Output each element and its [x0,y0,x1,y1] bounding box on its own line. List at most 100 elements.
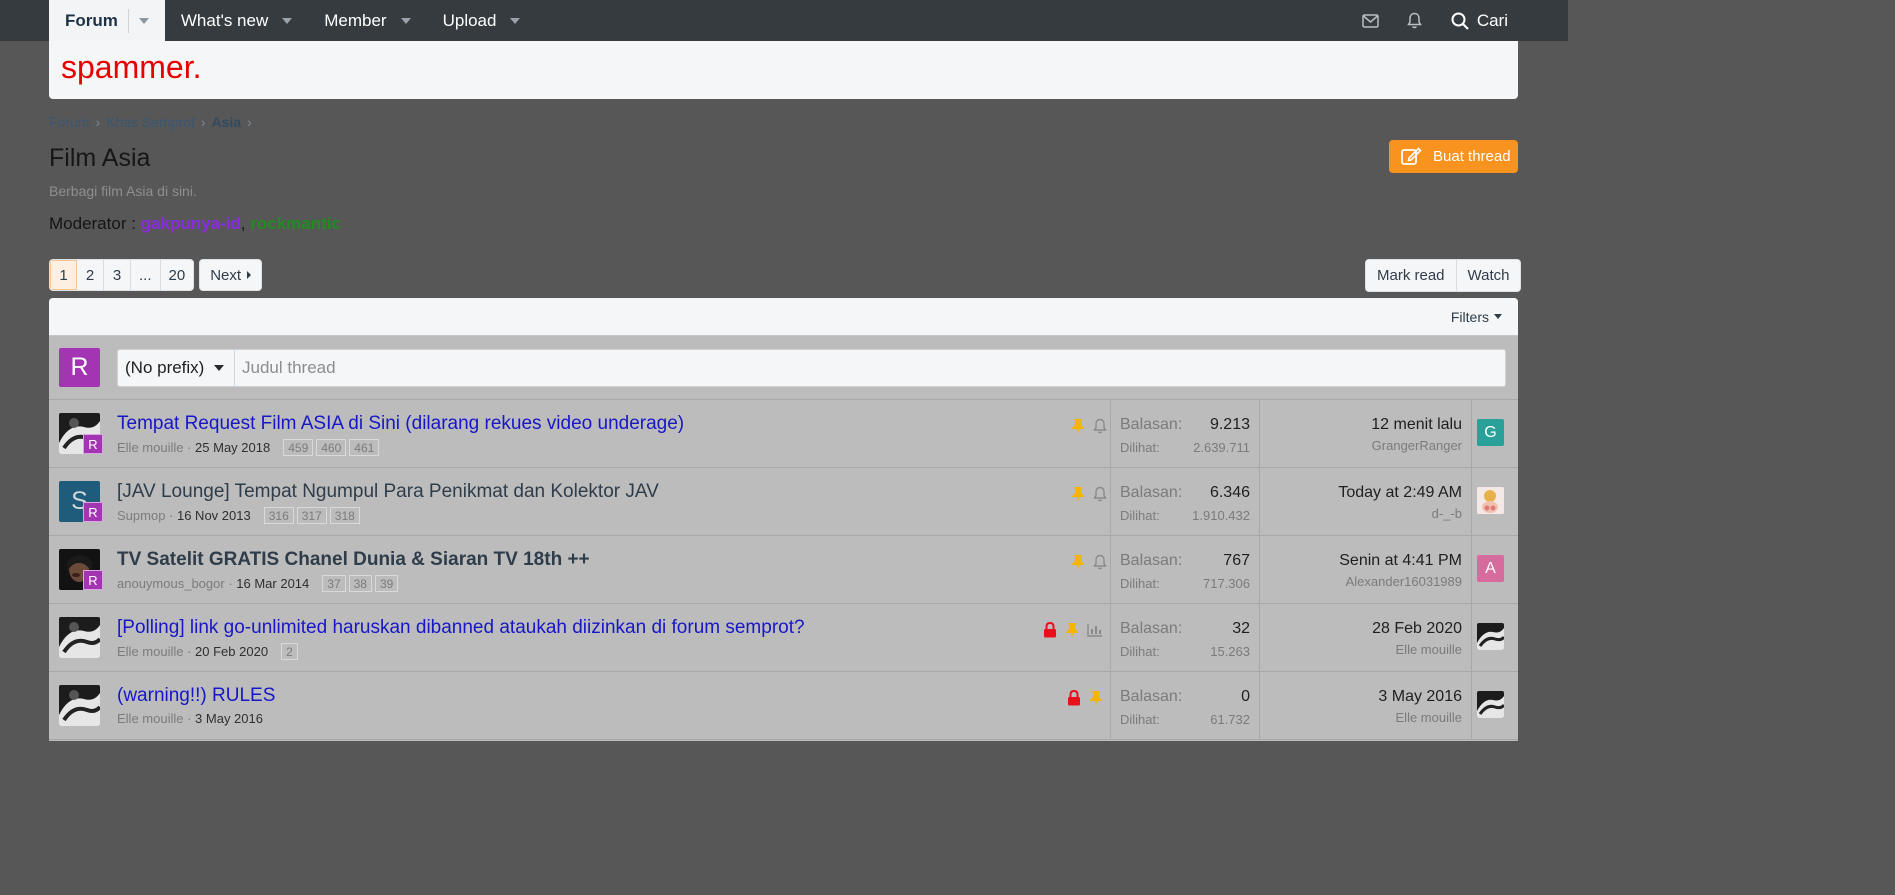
prefix-value: (No prefix) [125,357,205,377]
tab-member[interactable]: Member [308,0,426,41]
meta-separator: · [183,440,196,455]
prefix-select[interactable]: (No prefix) [118,349,235,386]
bell-icon[interactable] [1393,0,1437,41]
thread-author[interactable]: Elle mouille [117,440,183,455]
thread-page-link[interactable]: 39 [374,575,399,592]
moderator-link[interactable]: rockmantic [250,214,341,233]
page-numbers: 1 2 3 ... 20 [49,259,195,291]
tab-label: Member [324,10,387,30]
page-link[interactable]: 20 [161,260,194,290]
chevron-down-icon[interactable] [1494,314,1502,319]
filters-button[interactable]: Filters [1451,309,1489,325]
thread-stats: Balasan: 0 Dilihat: 61.732 [1110,672,1260,739]
page-link-current[interactable]: 1 [50,260,77,290]
chevron-down-icon[interactable] [400,17,411,24]
thread-page-link[interactable]: 316 [263,507,294,524]
last-post: 3 May 2016 Elle mouille [1260,672,1472,739]
poll-icon [1087,623,1103,637]
thread-page-link[interactable]: 38 [348,575,372,592]
chevron-down-icon[interactable] [510,17,521,24]
avatar[interactable] [59,617,100,658]
bell-icon[interactable] [1093,418,1107,434]
page-ellipsis[interactable]: ... [131,260,161,290]
thread-pages: 37 38 39 [322,575,401,592]
bell-icon[interactable] [1093,554,1107,570]
thread-title-input[interactable]: Judul thread [235,358,336,378]
thread-pages: 316 317 318 [263,507,363,524]
breadcrumb-khas-semprot[interactable]: Khas Semprot [106,114,195,130]
thread-date[interactable]: 20 Feb 2020 [195,644,268,659]
last-post-time[interactable]: 12 menit lalu [1260,416,1462,434]
thread-title[interactable]: (warning!!) RULES [117,685,275,707]
thread-author[interactable]: anouymous_bogor [117,576,225,591]
thread-date[interactable]: 16 Mar 2014 [236,576,309,591]
thread-pages: 2 [281,643,301,660]
last-post-user[interactable]: Elle mouille [1260,710,1462,725]
thread-row: (warning!!) RULES Elle mouille · 3 May 2… [49,672,1518,740]
avatar[interactable]: A [1477,555,1504,582]
avatar[interactable]: R [59,348,100,387]
watch-button[interactable]: Watch [1457,260,1521,291]
thread-author[interactable]: Supmop [117,508,165,523]
breadcrumb-asia[interactable]: Asia [212,114,242,130]
last-post-user[interactable]: Alexander16031989 [1260,574,1462,589]
thread-date[interactable]: 3 May 2016 [195,711,263,726]
thread-page-link[interactable]: 318 [329,507,360,524]
bell-icon[interactable] [1093,486,1107,502]
prefix-badge: R [83,502,103,522]
pin-icon [1071,554,1085,570]
avatar[interactable] [59,685,100,726]
last-post-time[interactable]: Today at 2:49 AM [1260,484,1462,502]
tab-whats-new[interactable]: What's new [165,0,308,41]
avatar[interactable] [1477,487,1504,514]
page-link[interactable]: 2 [77,260,104,290]
last-post-time[interactable]: 28 Feb 2020 [1260,620,1462,638]
thread-title[interactable]: TV Satelit GRATIS Chanel Dunia & Siaran … [117,549,590,571]
thread-page-link[interactable]: 459 [283,439,314,456]
replies-count: 6.346 [1209,484,1250,501]
chevron-down-icon [214,364,225,371]
chevron-down-icon[interactable] [282,17,293,24]
notice-banner: spammer. [49,41,1518,99]
thread-page-link[interactable]: 460 [316,439,347,456]
last-post-user[interactable]: GrangerRanger [1260,438,1462,453]
last-post-user[interactable]: Elle mouille [1260,642,1462,657]
next-page-button[interactable]: Next [199,259,263,291]
mark-read-button[interactable]: Mark read [1366,260,1457,291]
meta-separator: · [165,508,177,523]
breadcrumb-forum[interactable]: Forum [49,114,89,130]
replies-label: Balasan: [1120,552,1183,569]
envelope-icon[interactable] [1349,0,1393,41]
search-icon [1451,12,1469,30]
avatar[interactable] [1477,623,1504,650]
thread-page-link[interactable]: 317 [296,507,327,524]
moderator-link[interactable]: gakpunya-id [141,214,241,233]
thread-date[interactable]: 25 May 2018 [195,440,270,455]
page-link[interactable]: 3 [104,260,131,290]
separator: , [240,214,251,233]
last-post-time[interactable]: 3 May 2016 [1260,688,1462,706]
last-post-user[interactable]: d-_-b [1260,506,1462,521]
thread-date[interactable]: 16 Nov 2013 [177,508,251,523]
thread-author[interactable]: Elle mouille [117,711,183,726]
chevron-down-icon[interactable] [138,17,149,24]
tab-upload[interactable]: Upload [427,0,537,41]
thread-page-link[interactable]: 461 [349,439,380,456]
prefix-badge: R [83,570,103,590]
create-thread-button[interactable]: Buat thread [1389,140,1518,173]
replies-count: 32 [1232,620,1250,637]
meta-separator: · [183,644,196,659]
last-post-time[interactable]: Senin at 4:41 PM [1260,552,1462,570]
thread-title[interactable]: [Polling] link go-unlimited haruskan dib… [117,617,805,639]
thread-author[interactable]: Elle mouille [117,644,183,659]
thread-title[interactable]: [JAV Lounge] Tempat Ngumpul Para Penikma… [117,481,659,503]
avatar[interactable] [1477,691,1504,718]
thread-page-link[interactable]: 37 [322,575,346,592]
top-navigation: Forum What's new Member Upload Cari [0,0,1568,41]
thread-title[interactable]: Tempat Request Film ASIA di Sini (dilara… [117,413,684,435]
tab-label: Forum [65,10,118,30]
thread-page-link[interactable]: 2 [281,643,298,660]
tab-forum[interactable]: Forum [49,0,165,41]
search-button[interactable]: Cari [1437,0,1518,41]
avatar[interactable]: G [1477,419,1504,446]
